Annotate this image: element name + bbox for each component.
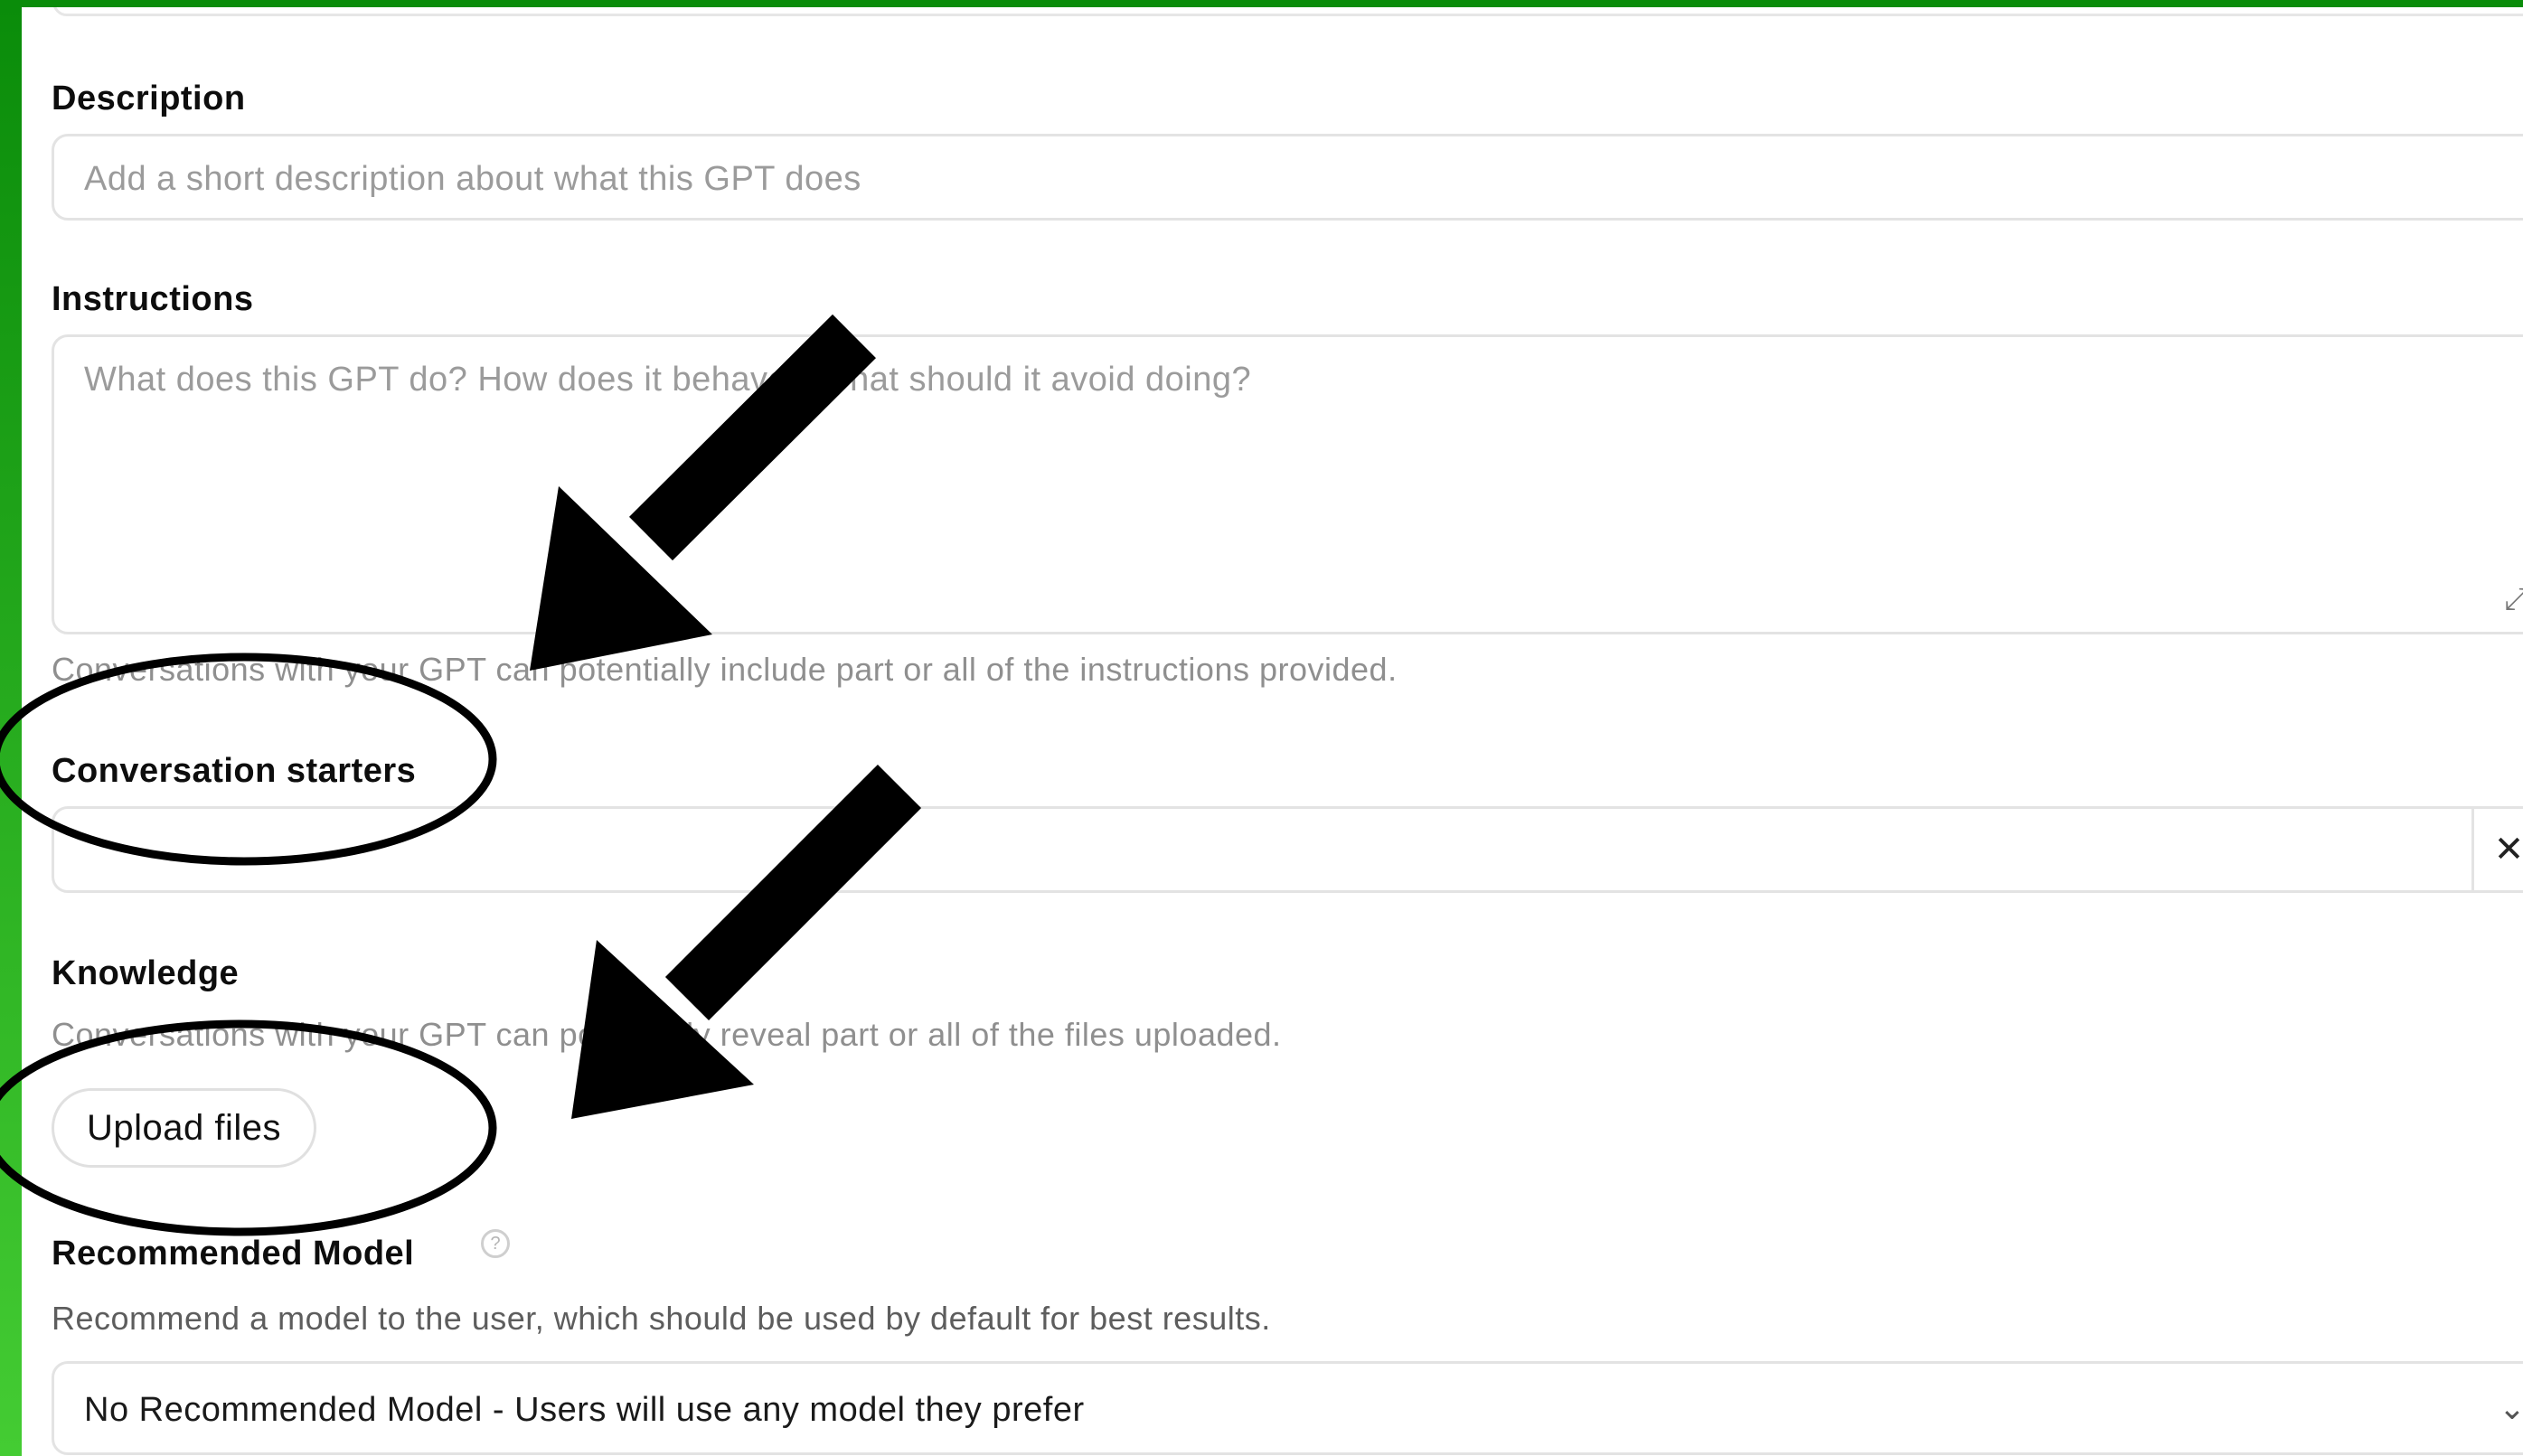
ellipse-annotation-upload-files [0,1019,497,1236]
ellipse-annotation-conversation-starters [0,653,497,866]
arrow-annotation-upper [530,314,876,671]
arrow-annotation-lower [571,764,922,1119]
annotation-overlay [0,314,922,1236]
